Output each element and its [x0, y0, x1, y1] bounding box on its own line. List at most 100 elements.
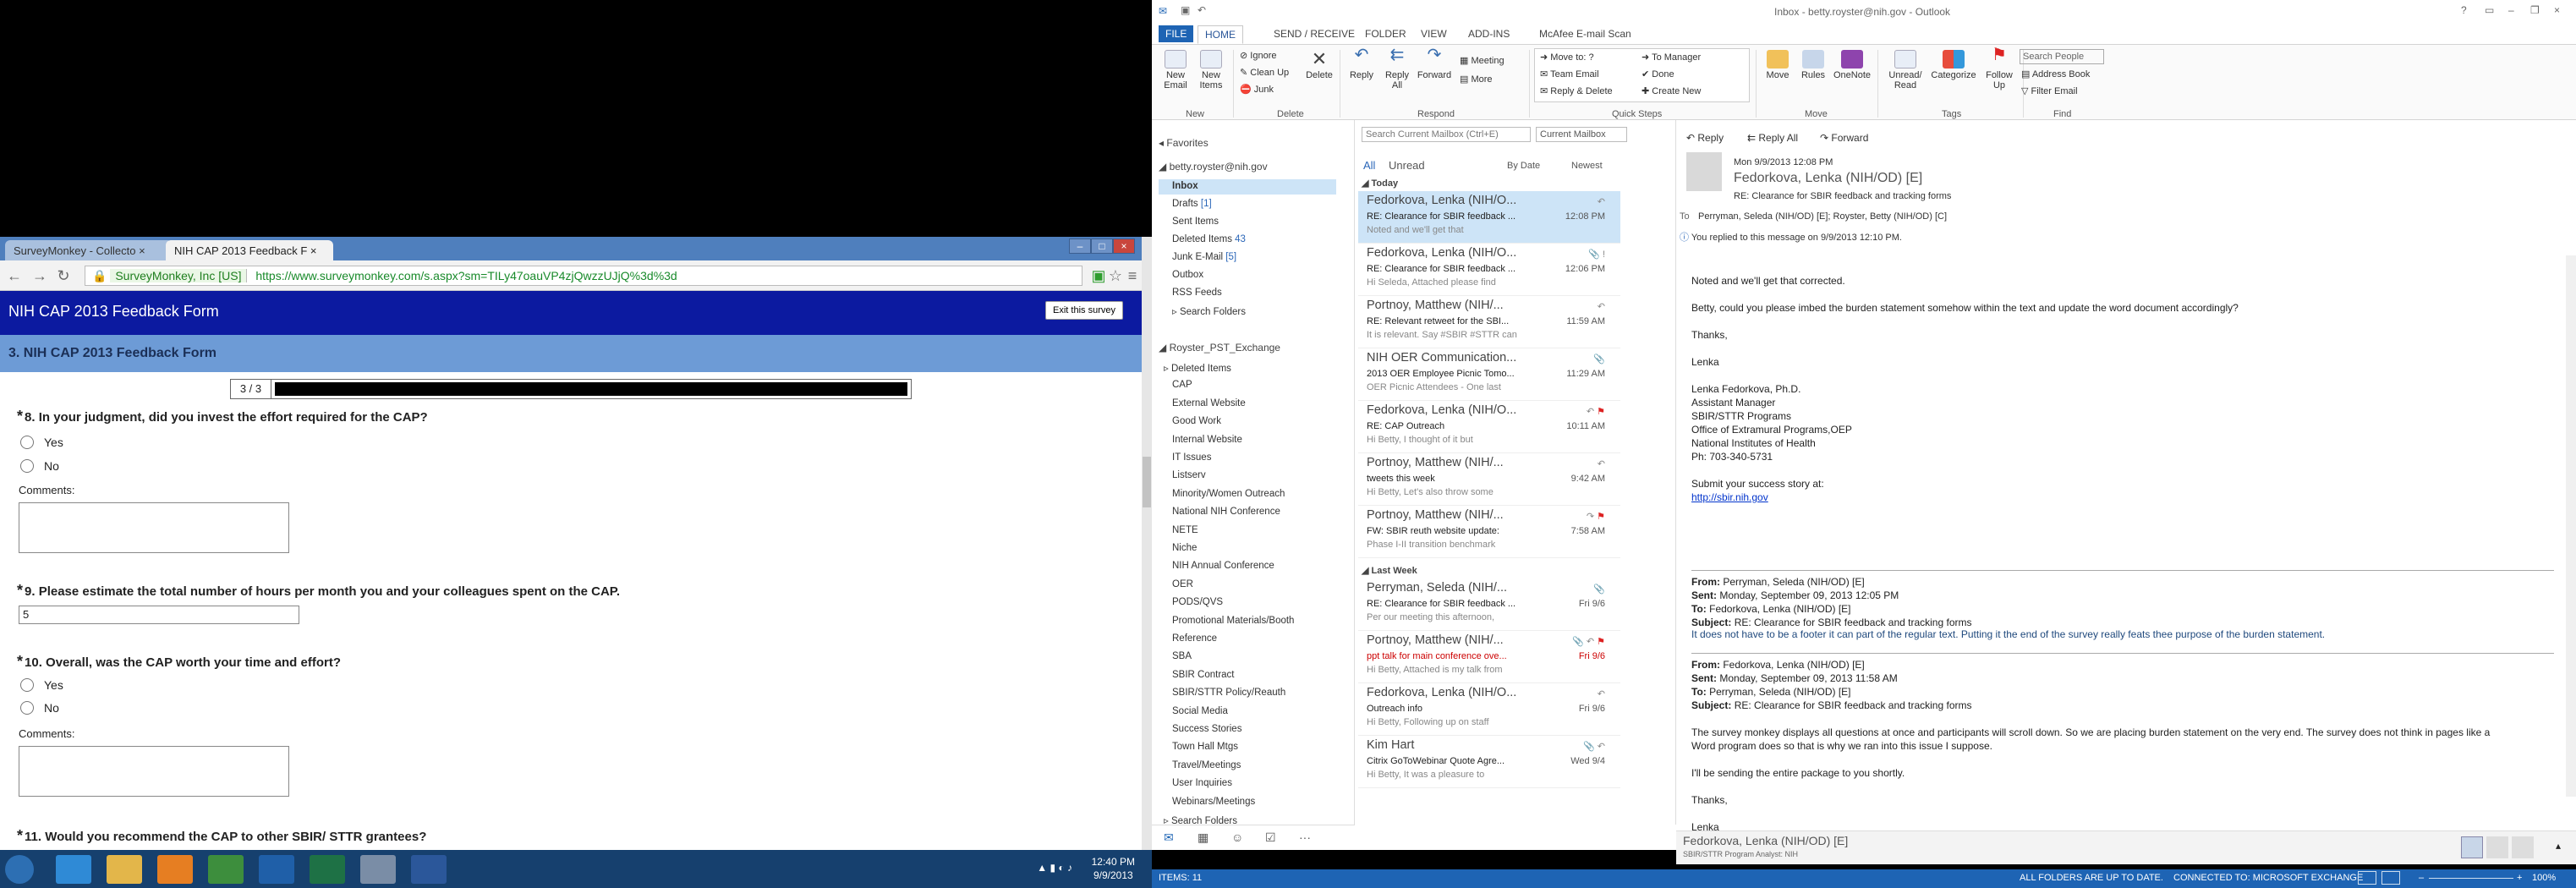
new-email-button[interactable]: New Email — [1159, 50, 1192, 90]
message-status-icon[interactable]: 📎 ↶ ⚑ — [1572, 636, 1605, 647]
tab-folder[interactable]: FOLDER — [1358, 25, 1413, 42]
more-icon[interactable]: ··· — [1299, 830, 1311, 844]
folder-junk[interactable]: Junk E-Mail [5] — [1172, 252, 1236, 262]
message-row[interactable]: Fedorkova, Lenka (NIH/O... Outreach info H… — [1358, 683, 1620, 736]
q8-no-radio[interactable] — [20, 459, 34, 473]
message-row[interactable]: Portnoy, Matthew (NIH/... ppt talk for ma… — [1358, 631, 1620, 683]
unread-read-button[interactable]: Unread/ Read — [1884, 50, 1927, 90]
folder-rss[interactable]: RSS Feeds — [1172, 288, 1222, 298]
clean-up-button[interactable]: ✎ Clean Up — [1240, 67, 1289, 78]
start-button-icon[interactable] — [5, 855, 34, 884]
reply-all-button[interactable]: ⇇ Reply All — [1380, 47, 1414, 90]
maximize-button[interactable]: □ — [1091, 238, 1113, 254]
message-status-icon[interactable]: ↷ ⚑ — [1587, 511, 1605, 522]
junk-button[interactable]: ⛔ Junk — [1240, 84, 1274, 95]
quick-step-create-new[interactable]: ✚ Create New — [1642, 85, 1701, 96]
tab-surveymonkey-collector[interactable]: SurveyMonkey - Collecto × — [5, 240, 173, 260]
media-player-icon[interactable] — [157, 855, 193, 884]
reading-view-icon[interactable] — [2381, 871, 2400, 885]
people-avatar-icon[interactable] — [2486, 836, 2508, 858]
normal-view-icon[interactable] — [2358, 871, 2376, 885]
q9-hours-input[interactable]: 5 — [19, 606, 299, 624]
chrome-scroll-thumb[interactable] — [1143, 457, 1151, 507]
group-today[interactable]: ◢ Today — [1362, 178, 1398, 189]
message-row[interactable]: Portnoy, Matthew (NIH/... tweets this wee… — [1358, 453, 1620, 506]
q10-yes-radio[interactable] — [20, 678, 34, 692]
forward-icon[interactable]: → — [30, 267, 49, 285]
follow-up-button[interactable]: ⚑ Follow Up — [1981, 47, 2018, 90]
tasks-icon[interactable]: ☑ — [1265, 830, 1276, 845]
forward-button[interactable]: ↷ Forward — [1416, 47, 1453, 80]
chrome-scrollbar[interactable] — [1142, 237, 1152, 850]
new-items-button[interactable]: New Items — [1194, 50, 1228, 90]
quick-step-reply-delete[interactable]: ✉ Reply & Delete — [1540, 85, 1613, 96]
outlook-icon[interactable] — [259, 855, 294, 884]
message-status-icon[interactable]: ↶ — [1598, 196, 1605, 207]
message-row[interactable]: NIH OER Communication... 2013 OER Employe… — [1358, 348, 1620, 401]
close-icon[interactable]: × — [310, 244, 317, 257]
quick-step-move-to[interactable]: ➜ Move to: ? — [1540, 52, 1594, 63]
sbir-link[interactable]: http://sbir.nih.gov — [1691, 491, 1768, 504]
quick-step-done[interactable]: ✔ Done — [1642, 69, 1674, 79]
favorites-header[interactable]: ◂ Favorites — [1159, 137, 1209, 149]
people-name[interactable]: Fedorkova, Lenka (NIH/OD) [E] — [1683, 834, 1848, 847]
message-status-icon[interactable]: 📎 — [1593, 354, 1605, 365]
word-icon[interactable] — [411, 855, 447, 884]
exit-survey-button[interactable]: Exit this survey — [1045, 301, 1123, 320]
message-row[interactable]: Fedorkova, Lenka (NIH/O... RE: Clearance … — [1358, 191, 1620, 244]
system-tray-icons[interactable]: ▲ ▮ ◐ ♪ — [1037, 862, 1072, 874]
message-row[interactable]: Kim Hart Citrix GoToWebinar Quote Agre...… — [1358, 736, 1620, 788]
pst-header[interactable]: ◢ Royster_PST_Exchange — [1159, 342, 1280, 354]
search-scope-dropdown[interactable]: Current Mailbox — [1536, 127, 1627, 142]
ignore-button[interactable]: ⊘ Ignore — [1240, 50, 1276, 61]
pst-folder-item[interactable]: ▹ Deleted Items — [1164, 362, 1231, 374]
pst-folder-item[interactable]: User Inquiries — [1172, 778, 1232, 788]
q8-yes-radio[interactable] — [20, 436, 34, 449]
help-icon[interactable]: ? — [2461, 4, 2467, 16]
pst-folder-item[interactable]: Niche — [1172, 543, 1197, 553]
extension-icon[interactable]: ▣ — [1089, 267, 1108, 285]
filter-email-button[interactable]: ▽ Filter Email — [2021, 85, 2078, 96]
tab-home[interactable]: HOME — [1198, 25, 1243, 44]
back-icon[interactable]: ← — [5, 267, 24, 285]
message-status-icon[interactable]: ↶ — [1598, 458, 1605, 469]
message-sender[interactable]: Fedorkova, Lenka (NIH/OD) [E] — [1734, 171, 1922, 186]
group-last-week[interactable]: ◢ Last Week — [1362, 565, 1417, 576]
pst-folder-item[interactable]: Travel/Meetings — [1172, 760, 1241, 770]
pst-folder-item[interactable]: Good Work — [1172, 416, 1221, 426]
ribbon-display-icon[interactable]: ▭ — [2485, 4, 2494, 16]
categorize-button[interactable]: Categorize — [1928, 50, 1979, 80]
pst-folder-item[interactable]: SBA — [1172, 651, 1192, 661]
close-icon[interactable]: × — [139, 244, 145, 257]
zoom-in-icon[interactable]: + — [2517, 873, 2522, 883]
restore-icon[interactable]: ❐ — [2530, 4, 2540, 16]
pst-folder-item[interactable]: OER — [1172, 579, 1193, 589]
message-status-icon[interactable]: ↶ — [1598, 301, 1605, 312]
reading-forward-button[interactable]: ↷ Forward — [1820, 132, 1868, 144]
tab-mcafee[interactable]: McAfee E-mail Scan — [1532, 25, 1638, 42]
pst-folder-item[interactable]: Internal Website — [1172, 435, 1242, 445]
close-window-button[interactable]: × — [1113, 238, 1135, 254]
folder-deleted[interactable]: Deleted Items 43 — [1172, 234, 1246, 244]
pst-folder-item[interactable]: Reference — [1172, 633, 1217, 644]
move-button[interactable]: Move — [1761, 50, 1795, 80]
people-avatar-icon[interactable] — [2461, 836, 2483, 858]
filter-unread[interactable]: Unread — [1389, 159, 1425, 172]
quick-step-to-manager[interactable]: ➜ To Manager — [1642, 52, 1701, 63]
chrome-icon[interactable] — [208, 855, 244, 884]
internet-explorer-icon[interactable] — [56, 855, 91, 884]
pst-folder-item[interactable]: Listserv — [1172, 470, 1206, 480]
onenote-button[interactable]: OneNote — [1832, 50, 1872, 80]
address-book-button[interactable]: ▤ Address Book — [2021, 69, 2090, 79]
pst-folder-item[interactable]: External Website — [1172, 398, 1246, 408]
message-status-icon[interactable]: 📎 ! — [1588, 249, 1605, 260]
message-status-icon[interactable]: ↶ ⚑ — [1587, 406, 1605, 417]
pst-folder-item[interactable]: Minority/Women Outreach — [1172, 489, 1285, 499]
folder-outbox[interactable]: Outbox — [1172, 270, 1203, 280]
tab-nih-cap-feedback[interactable]: NIH CAP 2013 Feedback F × — [166, 240, 333, 260]
expand-icon[interactable]: ▴ — [2556, 840, 2561, 852]
pst-folder-item[interactable]: Social Media — [1172, 706, 1228, 716]
file-explorer-icon[interactable] — [107, 855, 142, 884]
folder-search[interactable]: ▹ Search Folders — [1172, 305, 1246, 317]
rules-button[interactable]: Rules — [1796, 50, 1830, 80]
